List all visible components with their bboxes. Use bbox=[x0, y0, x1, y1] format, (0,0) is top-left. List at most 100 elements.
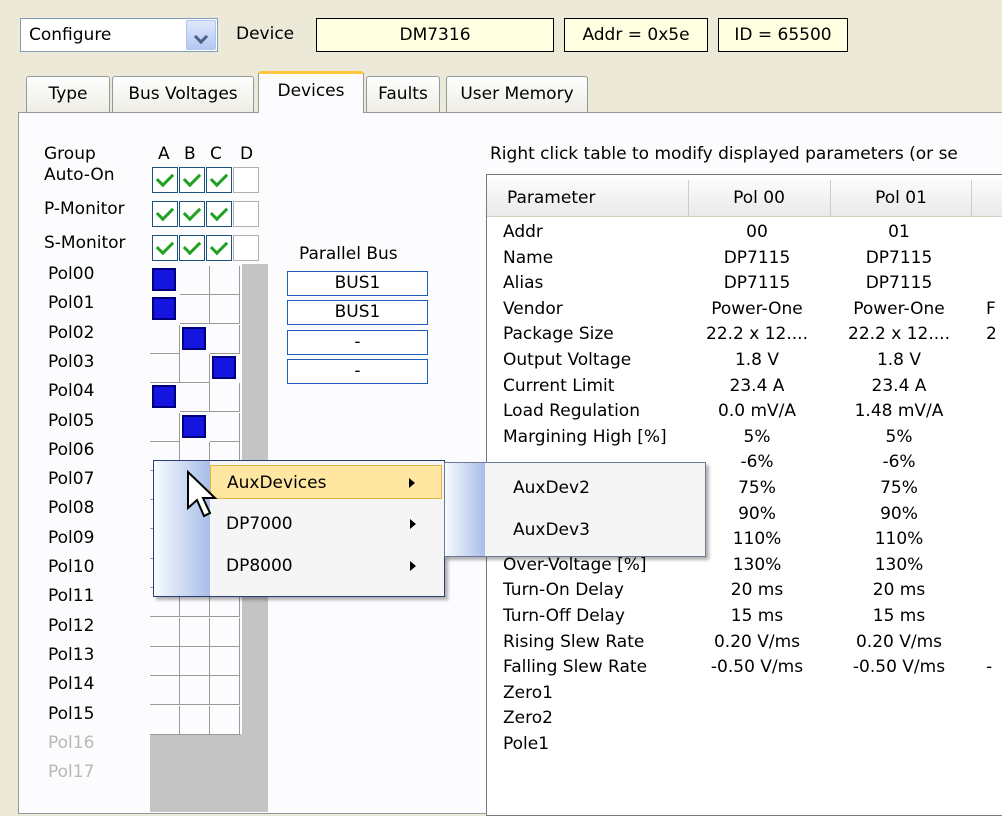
pol-cell-pol13-1[interactable] bbox=[180, 646, 210, 676]
pol-cell-pol02-1[interactable] bbox=[182, 326, 206, 350]
chevron-down-icon[interactable] bbox=[186, 20, 216, 50]
pol01-value: -0.50 V/ms bbox=[852, 657, 946, 678]
pol-cell-pol00-0[interactable] bbox=[152, 268, 176, 291]
pol-cell-pol13-2[interactable] bbox=[210, 646, 240, 676]
group-checkbox-p-monitor-c[interactable] bbox=[206, 201, 232, 227]
pol-cell-pol05-1[interactable] bbox=[182, 414, 206, 438]
pol-cell-pol02-2[interactable] bbox=[210, 324, 240, 354]
pol-cell-pol05-2[interactable] bbox=[210, 412, 240, 442]
parallel-bus-field[interactable]: - bbox=[287, 358, 428, 384]
parallel-bus-field[interactable]: - bbox=[287, 329, 428, 355]
pol00-value: 0.20 V/ms bbox=[713, 631, 801, 652]
pol-label-pol03: Pol03 bbox=[48, 351, 95, 372]
pol-label-pol05: Pol05 bbox=[48, 410, 95, 431]
group-column-a: A bbox=[158, 144, 170, 164]
group-checkbox-auto-on-b[interactable] bbox=[179, 167, 205, 193]
pol-label-pol11: Pol11 bbox=[48, 586, 95, 607]
pol-cell-pol04-2[interactable] bbox=[210, 383, 240, 413]
pol-cell-pol12-2[interactable] bbox=[210, 617, 240, 647]
menu-item-label: AuxDevices bbox=[227, 473, 327, 493]
parameter-table-header: Parameter Pol 00 Pol 01 bbox=[487, 180, 1002, 217]
group-checkbox-s-monitor-b[interactable] bbox=[179, 235, 205, 261]
parameter-name: Addr bbox=[503, 222, 543, 242]
group-checkbox-auto-on-c[interactable] bbox=[206, 167, 232, 193]
pol-cell-pol03-1[interactable] bbox=[180, 353, 210, 383]
table-row[interactable]: Package Size 22.2 x 12.... 22.2 x 12.... 2 bbox=[487, 322, 1002, 347]
group-checkbox-auto-on-d[interactable] bbox=[233, 167, 259, 193]
pol00-value: 15 ms bbox=[730, 606, 784, 626]
pol-cell-pol01-1[interactable] bbox=[180, 295, 210, 325]
table-row[interactable]: Falling Slew Rate -0.50 V/ms -0.50 V/ms - bbox=[487, 655, 1002, 680]
submenu-item-auxdev3[interactable]: AuxDev3 bbox=[485, 513, 703, 547]
parameter-name: Pole1 bbox=[503, 734, 550, 754]
pol00-value: 23.4 A bbox=[729, 375, 785, 396]
table-row[interactable]: Turn-On Delay 20 ms 20 ms bbox=[487, 578, 1002, 603]
pol-cell-pol00-1[interactable] bbox=[180, 266, 210, 295]
pol-cell-pol15-0[interactable] bbox=[150, 705, 180, 735]
table-row[interactable]: Margining High [%] 5% 5% bbox=[487, 425, 1002, 450]
group-checkbox-s-monitor-c[interactable] bbox=[206, 235, 232, 261]
pol00-value: DP7115 bbox=[723, 273, 791, 294]
group-checkbox-s-monitor-a[interactable] bbox=[152, 235, 178, 261]
pol-cell-pol13-0[interactable] bbox=[150, 646, 180, 676]
parallel-bus-field[interactable]: BUS1 bbox=[287, 300, 428, 326]
pol-cell-pol01-2[interactable] bbox=[210, 295, 240, 325]
header-parameter[interactable]: Parameter bbox=[507, 180, 595, 216]
pol-cell-pol14-1[interactable] bbox=[180, 676, 210, 706]
pol00-value: 22.2 x 12.... bbox=[706, 324, 808, 345]
pol-cell-pol04-0[interactable] bbox=[152, 385, 176, 409]
group-checkbox-p-monitor-d[interactable] bbox=[233, 201, 259, 227]
mode-combobox[interactable]: Configure bbox=[20, 18, 218, 52]
table-row[interactable]: Alias DP7115 DP7115 bbox=[487, 271, 1002, 296]
table-row[interactable]: Name DP7115 DP7115 bbox=[487, 246, 1002, 271]
menu-item-dp7000[interactable]: DP7000 bbox=[210, 507, 442, 541]
tab-devices[interactable]: Devices bbox=[258, 71, 364, 113]
header-pol01[interactable]: Pol 01 bbox=[830, 180, 972, 216]
pol-cell-pol01-0[interactable] bbox=[152, 297, 176, 321]
pol-label-pol08: Pol08 bbox=[48, 498, 95, 519]
pol-cell-pol15-2[interactable] bbox=[210, 705, 240, 735]
pol-cell-pol02-0[interactable] bbox=[150, 324, 180, 354]
submenu-item-auxdev2[interactable]: AuxDev2 bbox=[485, 471, 703, 505]
menu-item-dp8000[interactable]: DP8000 bbox=[210, 549, 442, 583]
group-checkbox-auto-on-a[interactable] bbox=[152, 167, 178, 193]
tab-bus-voltages[interactable]: Bus Voltages bbox=[112, 76, 254, 112]
group-checkbox-p-monitor-b[interactable] bbox=[179, 201, 205, 227]
tab-user-memory[interactable]: User Memory bbox=[446, 76, 588, 112]
menu-item-auxdevices[interactable]: AuxDevices bbox=[210, 465, 442, 499]
pol00-value: DP7115 bbox=[723, 247, 791, 268]
pol00-value: 20 ms bbox=[730, 580, 784, 601]
pol-cell-pol00-2[interactable] bbox=[210, 266, 240, 295]
header-pol00[interactable]: Pol 00 bbox=[688, 180, 829, 216]
table-row[interactable]: Current Limit 23.4 A 23.4 A bbox=[487, 374, 1002, 399]
device-label: Device bbox=[236, 24, 295, 44]
tab-type[interactable]: Type bbox=[26, 76, 110, 112]
table-row[interactable]: Turn-Off Delay 15 ms 15 ms bbox=[487, 604, 1002, 629]
pol-cell-pol12-0[interactable] bbox=[150, 617, 180, 647]
pol-label-pol16: Pol16 bbox=[48, 732, 95, 753]
table-row[interactable]: Zero1 bbox=[487, 681, 1002, 706]
pol-cell-pol03-0[interactable] bbox=[150, 353, 180, 383]
table-row[interactable]: Load Regulation 0.0 mV/A 1.48 mV/A bbox=[487, 399, 1002, 424]
parallel-bus-field[interactable]: BUS1 bbox=[287, 271, 428, 296]
group-checkbox-s-monitor-d[interactable] bbox=[233, 235, 259, 261]
table-row[interactable]: Output Voltage 1.8 V 1.8 V bbox=[487, 348, 1002, 373]
pol-cell-pol12-1[interactable] bbox=[180, 617, 210, 647]
pol-label-pol07: Pol07 bbox=[48, 469, 95, 490]
pol-label-pol09: Pol09 bbox=[48, 527, 95, 548]
tab-faults[interactable]: Faults bbox=[366, 76, 440, 112]
menu-item-label: DP7000 bbox=[226, 514, 293, 534]
table-hint: Right click table to modify displayed pa… bbox=[490, 144, 958, 164]
table-row[interactable]: Rising Slew Rate 0.20 V/ms 0.20 V/ms bbox=[487, 630, 1002, 655]
table-row[interactable]: Pole1 bbox=[487, 732, 1002, 757]
pol-cell-pol03-2[interactable] bbox=[212, 355, 236, 379]
group-checkbox-p-monitor-a[interactable] bbox=[152, 201, 178, 227]
table-row[interactable]: Zero2 bbox=[487, 706, 1002, 731]
pol-cell-pol05-0[interactable] bbox=[150, 412, 180, 442]
pol-cell-pol04-1[interactable] bbox=[180, 383, 210, 413]
table-row[interactable]: Addr 00 01 bbox=[487, 220, 1002, 245]
pol-cell-pol14-0[interactable] bbox=[150, 676, 180, 706]
pol-cell-pol15-1[interactable] bbox=[180, 705, 210, 735]
table-row[interactable]: Vendor Power-One Power-One F bbox=[487, 297, 1002, 322]
pol-cell-pol14-2[interactable] bbox=[210, 676, 240, 706]
